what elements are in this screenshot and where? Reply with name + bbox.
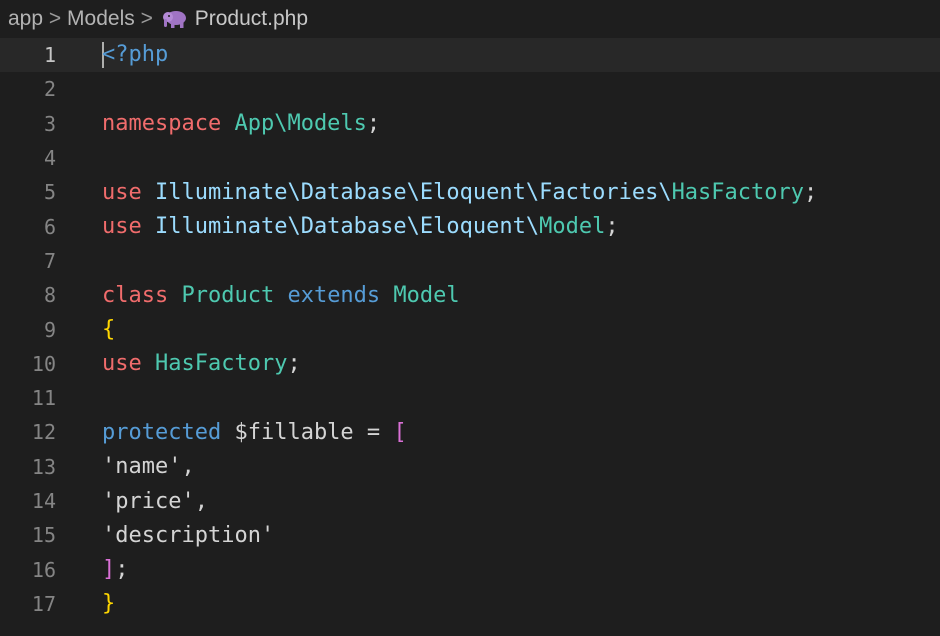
line-content: <?php bbox=[102, 42, 169, 69]
brace-token: { bbox=[102, 317, 116, 343]
keyword-token: use bbox=[102, 351, 142, 377]
class-name-token: Product bbox=[181, 282, 275, 308]
string-token: 'description' bbox=[102, 522, 275, 548]
type-token: Model bbox=[539, 214, 606, 240]
code-line[interactable]: 5 use Illuminate\Database\Eloquent\Facto… bbox=[0, 175, 940, 209]
line-content: { bbox=[102, 317, 115, 342]
line-number: 11 bbox=[31, 386, 56, 411]
modifier-token: protected bbox=[102, 419, 222, 445]
code-area[interactable]: 1 <?php 2 3 namespace App\Models; 4 5 us… bbox=[0, 38, 940, 621]
punctuation-token: ; bbox=[287, 351, 301, 377]
line-content: namespace App\Models; bbox=[102, 111, 380, 136]
line-number: 10 bbox=[31, 351, 56, 376]
line-content: use Illuminate\Database\Eloquent\Factori… bbox=[102, 180, 817, 205]
keyword-token: use bbox=[102, 179, 142, 205]
punctuation-token: ; bbox=[366, 111, 381, 137]
code-line[interactable]: 4 bbox=[0, 141, 940, 175]
string-token: 'name' bbox=[102, 454, 182, 480]
line-number: 4 bbox=[43, 146, 56, 171]
code-editor[interactable]: app > Models > Product.php 1 <?php 2 3 n… bbox=[0, 0, 940, 636]
line-number: 9 bbox=[43, 317, 56, 342]
code-line[interactable]: 3 namespace App\Models; bbox=[0, 107, 940, 141]
type-token: HasFactory bbox=[671, 179, 805, 205]
code-line[interactable]: 17 } bbox=[0, 587, 940, 621]
line-number: 5 bbox=[43, 180, 56, 205]
php-elephant-icon bbox=[161, 8, 189, 30]
line-number: 8 bbox=[43, 283, 56, 308]
punctuation-token: ; bbox=[605, 214, 619, 240]
line-number: 6 bbox=[43, 214, 56, 239]
brace-token: } bbox=[102, 591, 116, 617]
line-content: 'name', bbox=[102, 454, 195, 479]
chevron-right-icon: > bbox=[48, 7, 62, 30]
line-number: 17 bbox=[31, 591, 56, 616]
type-token: HasFactory bbox=[155, 351, 288, 377]
punctuation-token: , bbox=[194, 488, 208, 514]
keyword-token: use bbox=[102, 214, 142, 240]
line-number: 13 bbox=[31, 454, 56, 479]
line-content: ]; bbox=[102, 557, 129, 582]
keyword-token: class bbox=[102, 282, 169, 308]
line-number: 2 bbox=[43, 77, 56, 102]
punctuation-token: ; bbox=[804, 179, 818, 205]
code-line[interactable]: 13 'name', bbox=[0, 450, 940, 484]
keyword-token: namespace bbox=[102, 111, 222, 137]
line-content: use HasFactory; bbox=[102, 351, 301, 376]
line-number: 12 bbox=[31, 420, 56, 445]
line-content: use Illuminate\Database\Eloquent\ Model; bbox=[102, 214, 619, 239]
line-number: 14 bbox=[31, 489, 56, 513]
line-content: class Product extends Model bbox=[102, 283, 460, 308]
breadcrumb: app > Models > Product.php bbox=[0, 0, 940, 38]
line-number: 3 bbox=[43, 111, 56, 136]
code-line[interactable]: 6 use Illuminate\Database\Eloquent\ Model… bbox=[0, 209, 940, 243]
line-content: protected $fillable = [ bbox=[102, 420, 407, 445]
code-line[interactable]: 14 'price', bbox=[0, 484, 940, 518]
code-line[interactable]: 15 'description' bbox=[0, 518, 940, 552]
code-line[interactable]: 16 ]; bbox=[0, 552, 940, 586]
string-token: 'price' bbox=[102, 488, 195, 514]
bracket-token: ] bbox=[102, 557, 116, 583]
breadcrumb-item-file[interactable]: Product.php bbox=[195, 7, 308, 31]
line-content: 'description' bbox=[102, 523, 274, 548]
punctuation-token: , bbox=[181, 454, 195, 480]
operator-token: = bbox=[353, 419, 394, 445]
breadcrumb-item-app[interactable]: app bbox=[8, 7, 43, 31]
variable-token: $fillable bbox=[234, 419, 354, 445]
extends-keyword-token: extends bbox=[287, 282, 381, 308]
code-line[interactable]: 2 bbox=[0, 72, 940, 106]
code-line[interactable]: 12 protected $fillable = [ bbox=[0, 415, 940, 449]
php-open-tag: <?php bbox=[102, 42, 169, 68]
code-line[interactable]: 11 bbox=[0, 381, 940, 415]
code-line[interactable]: 10 use HasFactory; bbox=[0, 347, 940, 381]
line-number: 1 bbox=[43, 43, 56, 68]
namespace-path-token: Illuminate\Database\Eloquent\Factories\ bbox=[155, 179, 672, 205]
breadcrumb-item-models[interactable]: Models bbox=[67, 7, 135, 31]
chevron-right-icon: > bbox=[140, 7, 153, 30]
line-number: 7 bbox=[43, 248, 56, 273]
line-number: 15 bbox=[31, 523, 56, 548]
code-line[interactable]: 1 <?php bbox=[0, 38, 940, 73]
line-content: } bbox=[102, 591, 115, 616]
punctuation-token: ; bbox=[115, 557, 129, 583]
type-token: Model bbox=[393, 282, 460, 308]
bracket-token: [ bbox=[393, 419, 407, 445]
namespace-token: App\Models bbox=[234, 111, 367, 137]
code-line[interactable]: 7 bbox=[0, 244, 940, 278]
namespace-path-token: Illuminate\Database\Eloquent\ bbox=[155, 214, 540, 240]
code-line[interactable]: 8 class Product extends Model bbox=[0, 278, 940, 312]
line-number: 16 bbox=[31, 557, 56, 582]
line-content: 'price', bbox=[102, 489, 208, 514]
code-line[interactable]: 9 { bbox=[0, 312, 940, 346]
